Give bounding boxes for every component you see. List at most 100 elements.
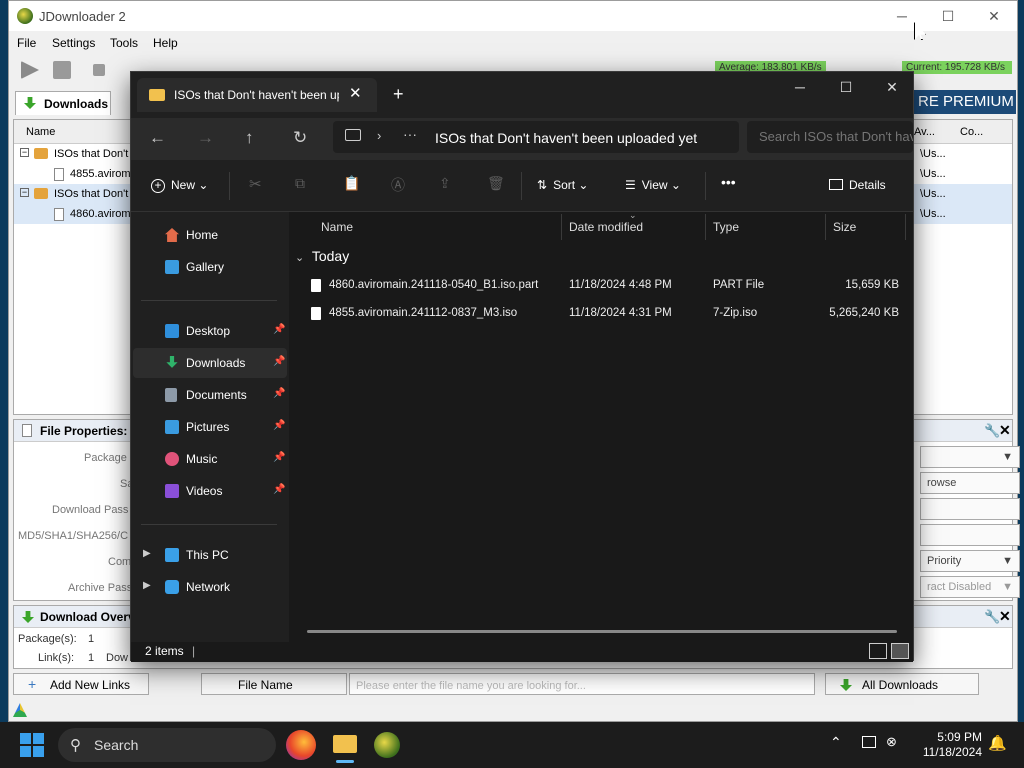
priority-dropdown[interactable]: Priority ▼ [920, 550, 1020, 572]
paste-icon[interactable]: 📋 [343, 175, 360, 192]
nav-item-home[interactable]: Home [133, 220, 287, 250]
search-field-selector[interactable]: File Name [201, 673, 347, 695]
new-tab-icon[interactable]: + [393, 84, 404, 105]
start-button[interactable] [20, 733, 44, 757]
jdownloader-taskbar-icon[interactable] [374, 732, 400, 758]
tab-close-icon[interactable]: ✕ [349, 84, 362, 102]
more-options-icon[interactable]: ••• [721, 174, 736, 190]
nav-item-music[interactable]: Music 📌 [133, 444, 287, 474]
share-icon[interactable]: ⇪ [439, 175, 451, 192]
extract-dropdown[interactable]: ract Disabled ▼ [920, 576, 1020, 598]
jd-maximize-button[interactable]: ☐ [925, 1, 971, 31]
nav-item-downloads[interactable]: Downloads 📌 [133, 348, 287, 378]
volume-muted-icon[interactable]: ⊗ [886, 734, 897, 750]
premium-banner[interactable]: RE PREMIUM [914, 90, 1016, 114]
taskbar-search[interactable]: ⚲ Search [58, 728, 276, 762]
pause-icon[interactable] [53, 61, 71, 79]
jd-titlebar[interactable]: JDownloader 2 ─ ☐ ✕ [9, 1, 1017, 31]
column-header-name[interactable]: Name [321, 220, 353, 234]
details-view-icon[interactable] [869, 643, 887, 659]
all-downloads-filter[interactable]: All Downloads [825, 673, 979, 695]
back-arrow-icon[interactable]: ← [149, 128, 166, 148]
nav-item-gallery[interactable]: Gallery [133, 252, 287, 282]
checksum-field[interactable] [920, 524, 1020, 546]
password-field[interactable] [920, 498, 1020, 520]
google-drive-icon[interactable] [13, 703, 27, 717]
menu-tools[interactable]: Tools [110, 36, 138, 50]
browse-button[interactable]: rowse [920, 472, 1020, 494]
tab-downloads[interactable]: Downloads [15, 91, 111, 115]
pin-icon[interactable]: 📌 [273, 484, 285, 495]
horizontal-scrollbar[interactable] [307, 630, 897, 633]
add-new-links-button[interactable]: + Add New Links [13, 673, 149, 695]
breadcrumb-current-folder[interactable]: ISOs that Don't haven't been uploaded ye… [435, 130, 697, 146]
nav-item-videos[interactable]: Videos 📌 [133, 476, 287, 506]
sort-button[interactable]: ⇅ Sort ⌄ [537, 178, 588, 192]
explorer-search-input[interactable] [759, 129, 913, 144]
chevron-right-icon[interactable]: ▶ [143, 548, 151, 559]
explorer-minimize-button[interactable]: ─ [777, 72, 823, 102]
tray-overflow-icon[interactable]: ⌃ [830, 734, 842, 751]
column-header-size[interactable]: Size [833, 220, 856, 234]
collapse-icon[interactable]: − [20, 148, 29, 157]
pin-icon[interactable]: 📌 [273, 452, 285, 463]
refresh-icon[interactable]: ↻ [293, 128, 307, 148]
column-separator[interactable] [905, 214, 906, 240]
collapse-icon[interactable]: − [20, 188, 29, 197]
forward-arrow-icon[interactable]: → [197, 128, 214, 148]
breadcrumb-more-icon[interactable]: ··· [403, 126, 417, 142]
nav-item-documents[interactable]: Documents 📌 [133, 380, 287, 410]
chevron-right-icon[interactable]: ▶ [143, 580, 151, 591]
nav-item-pictures[interactable]: Pictures 📌 [133, 412, 287, 442]
package-dropdown[interactable]: ▼ [920, 446, 1020, 468]
group-header-today[interactable]: ⌄ Today [295, 248, 349, 264]
nav-item-network[interactable]: ▶ Network [133, 572, 287, 602]
delete-icon[interactable]: 🗑 [487, 175, 505, 192]
menu-file[interactable]: File [17, 36, 36, 50]
explorer-tab[interactable]: ISOs that Don't haven't been uploaded ye… [137, 78, 377, 112]
breadcrumb-chevron-icon[interactable]: › [377, 128, 381, 143]
start-downloads-icon[interactable] [21, 61, 39, 79]
menu-help[interactable]: Help [153, 36, 178, 50]
column-av[interactable]: Av... [914, 126, 935, 138]
file-row[interactable]: 4860.aviromain.241118-0540_B1.iso.part 1… [303, 272, 907, 300]
details-button[interactable]: Details [829, 178, 886, 192]
up-arrow-icon[interactable]: ↑ [245, 128, 254, 148]
column-separator[interactable] [561, 214, 562, 240]
menu-settings[interactable]: Settings [52, 36, 95, 50]
file-row[interactable]: 4855.aviromain.241112-0837_M3.iso 11/18/… [303, 300, 907, 328]
column-header-date[interactable]: Date modified [569, 220, 643, 234]
large-icons-view-icon[interactable] [891, 643, 909, 659]
pin-icon[interactable]: 📌 [273, 388, 285, 399]
column-co[interactable]: Co... [960, 126, 983, 138]
pin-icon[interactable]: 📌 [273, 324, 285, 335]
column-separator[interactable] [705, 214, 706, 240]
stop-icon[interactable] [93, 64, 105, 76]
file-explorer-taskbar-button[interactable] [330, 730, 360, 763]
explorer-titlebar[interactable]: ISOs that Don't haven't been uploaded ye… [131, 72, 913, 118]
column-name[interactable]: Name [26, 126, 55, 138]
jd-close-button[interactable]: ✕ [971, 1, 1017, 31]
explorer-close-button[interactable]: ✕ [869, 72, 915, 102]
column-separator[interactable] [825, 214, 826, 240]
view-button[interactable]: ☰ View ⌄ [625, 178, 681, 192]
address-bar[interactable]: › ··· ISOs that Don't haven't been uploa… [333, 121, 739, 153]
panel-settings-icon[interactable]: 🔧 [984, 609, 1000, 625]
explorer-search-box[interactable] [747, 121, 913, 153]
explorer-maximize-button[interactable]: ☐ [823, 72, 869, 102]
new-button[interactable]: + New ⌄ [151, 178, 208, 193]
file-search-input[interactable]: Please enter the file name you are looki… [349, 673, 815, 695]
column-header-type[interactable]: Type [713, 220, 739, 234]
network-status-icon[interactable] [862, 736, 876, 748]
nav-item-desktop[interactable]: Desktop 📌 [133, 316, 287, 346]
copy-icon[interactable]: ⧉ [295, 175, 305, 192]
panel-settings-icon[interactable]: 🔧 [984, 423, 1000, 439]
nav-item-this-pc[interactable]: ▶ This PC [133, 540, 287, 570]
panel-close-icon[interactable]: ✕ [999, 608, 1011, 625]
firefox-icon[interactable] [286, 730, 316, 760]
pin-icon[interactable]: 📌 [273, 420, 285, 431]
notification-bell-icon[interactable]: 🔔 [988, 734, 1007, 752]
rename-icon[interactable]: Ⓐ [391, 175, 405, 195]
pin-icon[interactable]: 📌 [273, 356, 285, 367]
system-clock[interactable]: 5:09 PM 11/18/2024 [914, 730, 982, 760]
